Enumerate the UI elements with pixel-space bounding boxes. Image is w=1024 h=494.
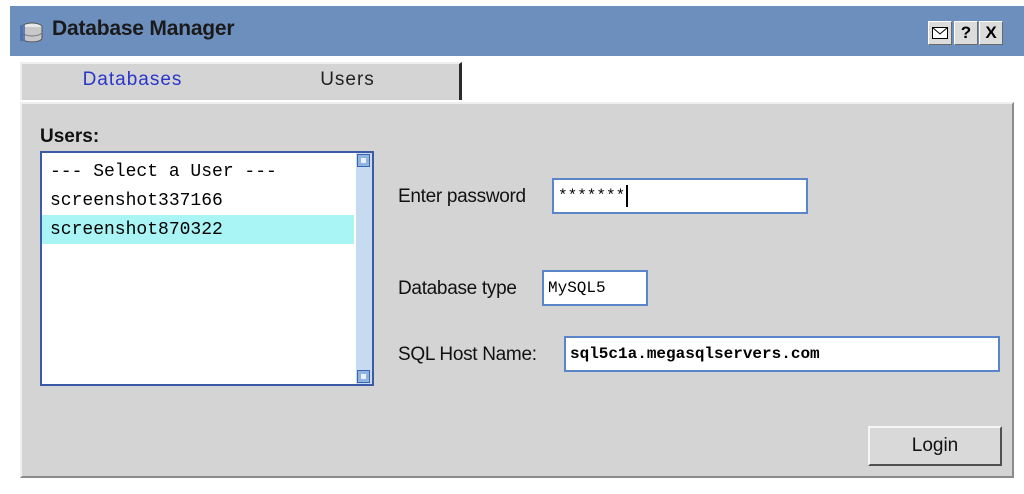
login-button[interactable]: Login (868, 426, 1002, 466)
text-caret (626, 184, 629, 207)
users-listbox[interactable]: --- Select a User --- screenshot337166 s… (40, 151, 374, 386)
help-button[interactable]: ? (954, 21, 978, 45)
sql-host-label: SQL Host Name: (398, 344, 537, 365)
password-field[interactable]: ******* (552, 178, 808, 214)
listbox-scrollbar[interactable] (356, 153, 372, 384)
database-type-field[interactable]: MySQL5 (542, 270, 648, 306)
scroll-down-arrow-icon[interactable] (357, 370, 370, 383)
database-type-label: Database type (398, 278, 517, 299)
title-bar: Database Manager ? X (10, 6, 1024, 56)
mail-button[interactable] (928, 21, 952, 45)
tab-bar: Databases Users (10, 56, 1024, 102)
scroll-up-arrow-icon[interactable] (357, 154, 370, 167)
list-item-user-selected[interactable]: screenshot870322 (42, 215, 354, 244)
close-button[interactable]: X (979, 21, 1003, 45)
sql-host-field[interactable]: sql5c1a.megasqlservers.com (564, 336, 1000, 372)
list-item-user[interactable]: screenshot337166 (42, 186, 354, 215)
database-manager-icon (20, 22, 43, 43)
window-title: Database Manager (52, 17, 235, 40)
password-label: Enter password (398, 186, 526, 207)
password-value: ******* (558, 187, 626, 205)
tab-users[interactable]: Users (236, 62, 462, 100)
mail-icon (932, 27, 948, 39)
tab-databases[interactable]: Databases (20, 62, 246, 100)
users-list-label: Users: (40, 126, 100, 147)
list-item-select-placeholder[interactable]: --- Select a User --- (42, 157, 354, 186)
databases-panel: Users: --- Select a User --- screenshot3… (20, 102, 1014, 478)
